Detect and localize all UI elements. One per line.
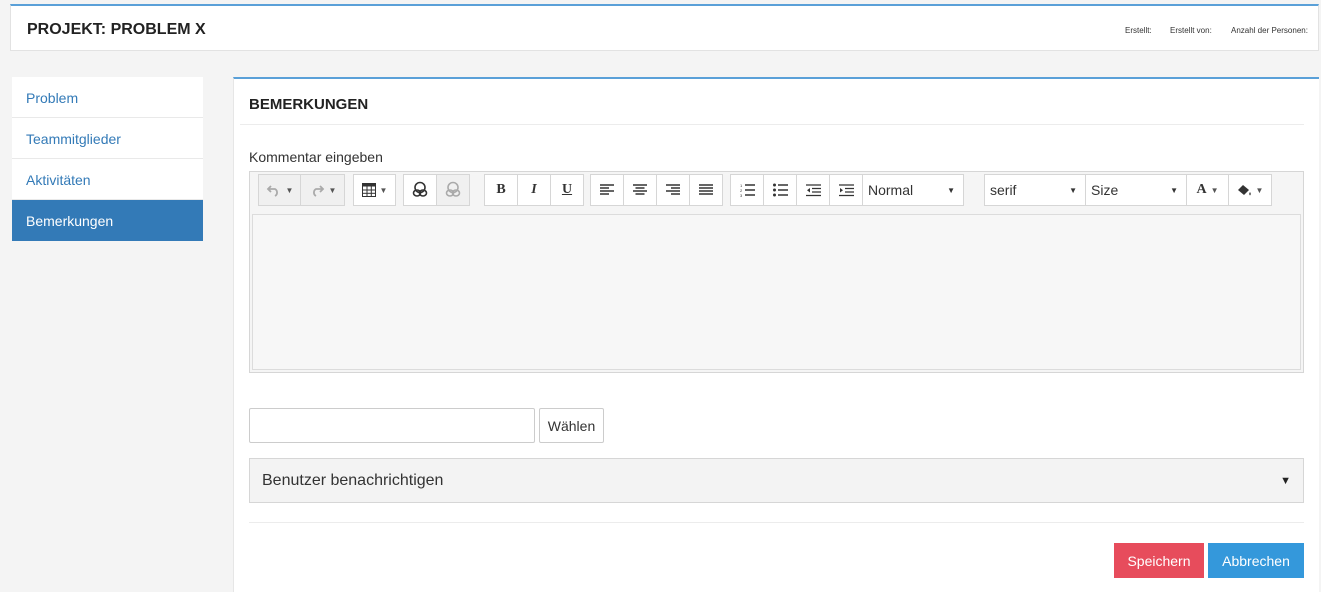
table-button[interactable]: ▼ <box>353 174 396 206</box>
indent-button[interactable] <box>829 174 863 206</box>
chevron-down-icon: ▼ <box>328 185 337 195</box>
sidebar-item-bemerkungen[interactable]: Bemerkungen <box>12 200 203 241</box>
redo-button[interactable]: ▼ <box>300 174 345 206</box>
indent-icon <box>838 183 854 197</box>
editor-toolbar: ▼ ▼ ▼ B I U 1 2 3 Normal ▼ serif ▼ Size … <box>250 172 1303 210</box>
divider <box>240 124 1304 125</box>
chevron-down-icon: ▼ <box>1069 185 1077 195</box>
unlink-icon <box>444 181 462 199</box>
created-label: Erstellt: <box>1125 26 1152 35</box>
bold-button[interactable]: B <box>484 174 518 206</box>
sidebar-item-aktivitaeten[interactable]: Aktivitäten <box>12 159 203 200</box>
undo-icon <box>266 182 282 198</box>
text-color-button[interactable]: A ▼ <box>1186 174 1229 206</box>
panel-title: BEMERKUNGEN <box>249 96 369 113</box>
rich-text-editor: ▼ ▼ ▼ B I U 1 2 3 Normal ▼ serif ▼ Size … <box>249 171 1304 373</box>
align-left-button[interactable] <box>590 174 624 206</box>
save-button[interactable]: Speichern <box>1114 543 1204 578</box>
text-color-icon: A <box>1196 182 1207 197</box>
notify-users-label: Benutzer benachrichtigen <box>262 471 444 489</box>
bullet-list-button[interactable] <box>763 174 797 206</box>
paint-bucket-icon <box>1237 184 1252 197</box>
align-right-icon <box>666 184 680 196</box>
unlink-button[interactable] <box>436 174 470 206</box>
align-center-button[interactable] <box>623 174 657 206</box>
chevron-down-icon: ▼ <box>1280 474 1291 487</box>
sidebar-item-problem[interactable]: Problem <box>12 77 203 118</box>
sidebar-nav: Problem Teammitglieder Aktivitäten Bemer… <box>12 77 203 241</box>
redo-icon <box>309 182 325 198</box>
divider <box>249 522 1304 523</box>
table-icon <box>361 183 376 197</box>
bullet-list-icon <box>772 183 788 197</box>
font-size-select[interactable]: Size ▼ <box>1085 174 1187 206</box>
italic-icon: I <box>531 182 537 197</box>
font-size-value: Size <box>1091 182 1119 198</box>
link-icon <box>411 181 429 199</box>
highlight-color-button[interactable]: ▼ <box>1228 174 1272 206</box>
chevron-down-icon: ▼ <box>379 185 388 195</box>
ordered-list-button[interactable]: 123 <box>730 174 764 206</box>
sidebar-item-teammitglieder[interactable]: Teammitglieder <box>12 118 203 159</box>
align-justify-icon <box>699 184 713 196</box>
ordered-list-icon: 123 <box>740 183 755 197</box>
outdent-icon <box>805 183 821 197</box>
bold-icon: B <box>496 182 506 197</box>
format-select-value: Normal <box>868 182 914 198</box>
chevron-down-icon: ▼ <box>1255 185 1264 195</box>
outdent-button[interactable] <box>796 174 830 206</box>
chevron-down-icon: ▼ <box>947 185 955 195</box>
align-justify-button[interactable] <box>689 174 723 206</box>
remarks-panel: BEMERKUNGEN Kommentar eingeben ▼ ▼ ▼ B I… <box>233 77 1319 592</box>
comment-label: Kommentar eingeben <box>249 149 383 165</box>
format-select[interactable]: Normal ▼ <box>862 174 964 206</box>
undo-button[interactable]: ▼ <box>258 174 301 206</box>
created-by-label: Erstellt von: <box>1170 26 1212 35</box>
choose-file-button[interactable]: Wählen <box>539 408 604 443</box>
chevron-down-icon: ▼ <box>285 185 294 195</box>
italic-button[interactable]: I <box>517 174 551 206</box>
svg-text:3: 3 <box>740 193 743 197</box>
page-title: PROJEKT: PROBLEM X <box>27 21 206 38</box>
underline-button[interactable]: U <box>550 174 584 206</box>
file-path-input[interactable] <box>249 408 535 443</box>
align-right-button[interactable] <box>656 174 690 206</box>
notify-users-dropdown[interactable]: Benutzer benachrichtigen ▼ <box>249 458 1304 503</box>
align-left-icon <box>600 184 614 196</box>
underline-icon: U <box>561 182 573 197</box>
header-bar: PROJEKT: PROBLEM X Erstellt: Erstellt vo… <box>10 4 1319 51</box>
comment-textarea[interactable] <box>252 214 1301 370</box>
cancel-button[interactable]: Abbrechen <box>1208 543 1304 578</box>
align-center-icon <box>633 184 647 196</box>
link-button[interactable] <box>403 174 437 206</box>
font-family-value: serif <box>990 182 1017 198</box>
font-family-select[interactable]: serif ▼ <box>984 174 1086 206</box>
chevron-down-icon: ▼ <box>1170 185 1178 195</box>
persons-count-label: Anzahl der Personen: <box>1231 26 1308 35</box>
chevron-down-icon: ▼ <box>1210 185 1219 195</box>
